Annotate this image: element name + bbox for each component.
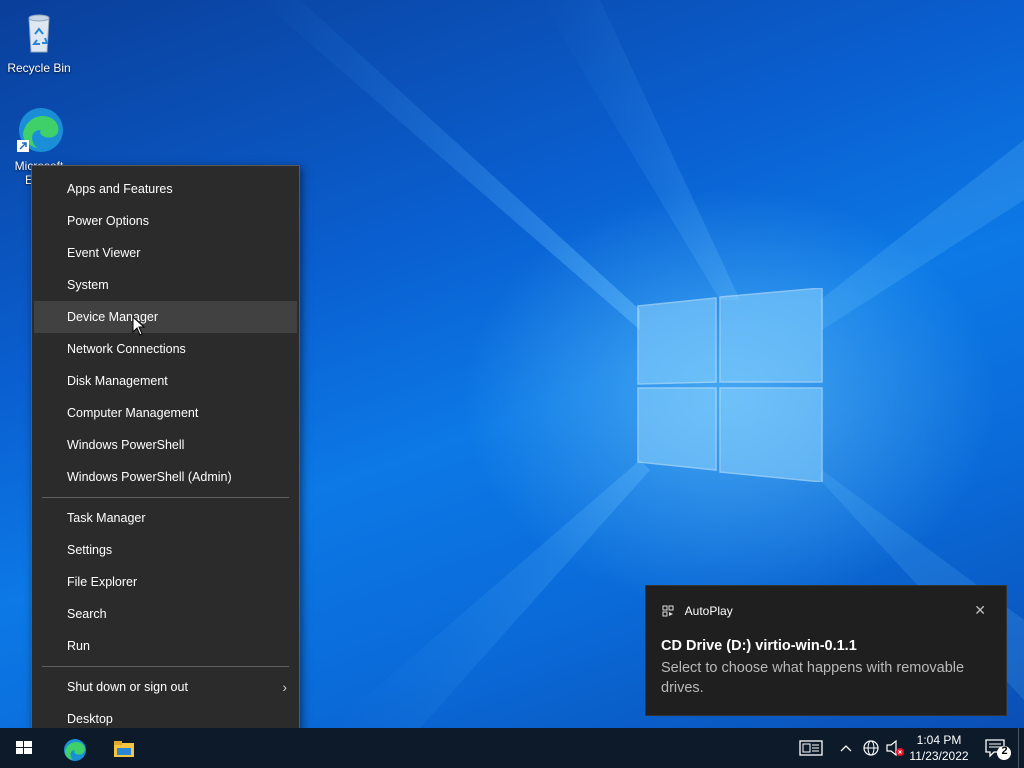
menu-item-label: Network Connections — [67, 342, 186, 356]
menu-item-event-viewer[interactable]: Event Viewer — [34, 237, 297, 269]
menu-item-task-manager[interactable]: Task Manager — [34, 502, 297, 534]
toast-body: Select to choose what happens with remov… — [661, 660, 965, 696]
menu-item-power-options[interactable]: Power Options — [34, 205, 297, 237]
news-icon — [799, 740, 823, 756]
windows-logo-wallpaper — [637, 288, 823, 482]
menu-item-disk-management[interactable]: Disk Management — [34, 365, 297, 397]
menu-item-label: Desktop — [67, 712, 113, 726]
menu-item-shut-down-or-sign-out[interactable]: Shut down or sign out › — [34, 671, 297, 703]
menu-item-computer-management[interactable]: Computer Management — [34, 397, 297, 429]
show-desktop-button[interactable] — [1018, 728, 1024, 768]
clock-date: 11/23/2022 — [909, 749, 969, 763]
news-and-interests-button[interactable] — [796, 728, 826, 768]
folder-icon — [114, 741, 134, 757]
menu-item-device-manager[interactable]: Device Manager — [34, 301, 297, 333]
clock-time: 1:04 PM — [916, 733, 962, 747]
menu-item-network-connections[interactable]: Network Connections — [34, 333, 297, 365]
desktop-icon-recycle-bin[interactable]: Recycle Bin — [1, 8, 77, 75]
menu-item-label: Event Viewer — [67, 246, 141, 260]
volume-button[interactable] — [884, 728, 906, 768]
clock[interactable]: 1:04 PM 11/23/2022 — [906, 728, 972, 768]
menu-item-label: Settings — [67, 543, 113, 557]
edge-icon — [64, 739, 86, 761]
close-icon[interactable]: ✕ — [974, 602, 986, 619]
menu-item-label: Windows PowerShell (Admin) — [67, 470, 232, 484]
menu-separator — [42, 666, 289, 667]
menu-item-label: Apps and Features — [67, 182, 173, 196]
menu-item-settings[interactable]: Settings — [34, 534, 297, 566]
taskbar-edge-button[interactable] — [52, 728, 100, 768]
menu-item-search[interactable]: Search — [34, 598, 297, 630]
toast-app-name: AutoPlay — [684, 604, 733, 618]
autoplay-icon — [662, 605, 674, 617]
taskbar: 1:04 PM 11/23/2022 2 — [0, 728, 1024, 768]
winx-context-menu: Apps and Features Power Options Event Vi… — [31, 165, 300, 743]
menu-item-windows-powershell-admin[interactable]: Windows PowerShell (Admin) — [34, 461, 297, 493]
toast-title: CD Drive (D:) virtio-win-0.1.1 — [661, 638, 857, 654]
taskbar-file-explorer-button[interactable] — [100, 728, 148, 768]
menu-item-system[interactable]: System — [34, 269, 297, 301]
menu-item-label: Power Options — [67, 214, 149, 228]
menu-item-label: Task Manager — [67, 511, 146, 525]
menu-item-run[interactable]: Run — [34, 630, 297, 662]
menu-item-label: System — [67, 278, 109, 292]
menu-item-label: Shut down or sign out — [67, 680, 188, 694]
speaker-muted-icon — [886, 739, 904, 757]
network-button[interactable] — [860, 728, 882, 768]
menu-item-windows-powershell[interactable]: Windows PowerShell — [34, 429, 297, 461]
menu-item-label: File Explorer — [67, 575, 138, 589]
globe-network-icon — [863, 740, 879, 756]
show-hidden-icons-button[interactable] — [836, 728, 856, 768]
menu-item-label: Disk Management — [67, 374, 168, 388]
toast-header: AutoPlay — [662, 604, 733, 618]
menu-item-file-explorer[interactable]: File Explorer — [34, 566, 297, 598]
chevron-up-icon — [840, 745, 852, 752]
menu-item-label: Windows PowerShell — [67, 438, 185, 452]
notification-count-badge: 2 — [1001, 745, 1008, 757]
recycle-bin-icon — [28, 14, 50, 53]
menu-item-label: Computer Management — [67, 406, 199, 420]
action-center-button[interactable]: 2 — [980, 728, 1016, 768]
notification-icon — [985, 739, 1011, 760]
menu-separator — [42, 497, 289, 498]
windows-start-icon — [16, 741, 32, 754]
menu-item-label: Run — [67, 639, 90, 653]
menu-item-apps-and-features[interactable]: Apps and Features — [34, 173, 297, 205]
menu-item-label: Search — [67, 607, 107, 621]
mouse-cursor-icon — [132, 316, 146, 336]
chevron-right-icon: › — [282, 679, 287, 695]
autoplay-toast[interactable]: AutoPlay ✕ CD Drive (D:) virtio-win-0.1.… — [645, 585, 1007, 716]
edge-icon — [17, 108, 63, 152]
desktop-icon-label: Recycle Bin — [7, 61, 71, 75]
start-button[interactable] — [0, 728, 48, 768]
